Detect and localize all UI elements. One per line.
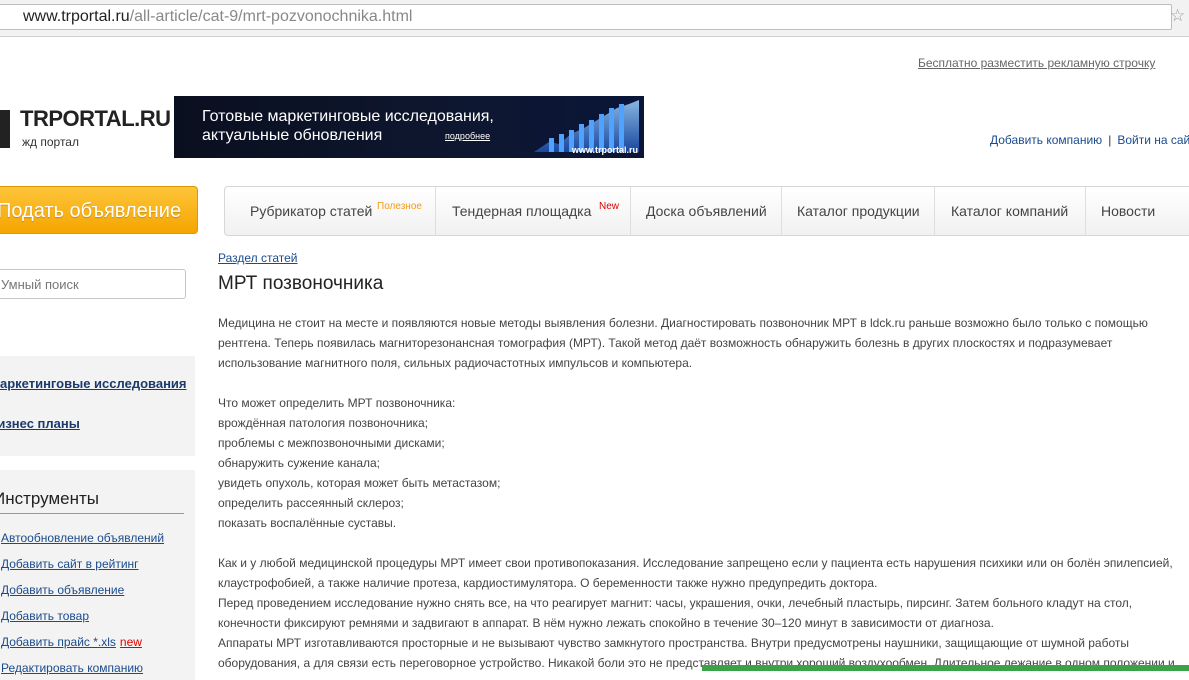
sidebar-links-box: Маркетинговые исследования Бизнес планы: [0, 356, 195, 456]
logo-mark-icon: [0, 110, 10, 148]
article-line: обнаружить сужение канала;: [218, 456, 381, 470]
nav-tag-new: New: [599, 201, 620, 212]
nav-item-label: Доска объявлений: [646, 203, 767, 219]
browser-address-bar: www.trportal.ru/all-article/cat-9/mrt-po…: [0, 0, 1189, 37]
bottom-green-bar: [702, 665, 1189, 671]
tool-link-auto-update[interactable]: Автообновление объявлений: [1, 531, 164, 545]
nav-item-products[interactable]: Каталог продукции: [782, 187, 935, 235]
tools-divider: [0, 513, 184, 514]
article-contraindications: Как и у любой медицинской процедуры МРТ …: [218, 553, 1178, 673]
nav-item-label: Каталог продукции: [797, 203, 920, 219]
banner-more-link[interactable]: подробнее: [445, 131, 490, 141]
tool-link-add-ad[interactable]: Добавить объявление: [1, 583, 124, 597]
tools-title: Инструменты: [0, 489, 100, 508]
nav-item-label: Тендерная площадка: [452, 203, 592, 219]
article-line: определить рассеянный склероз;: [218, 496, 404, 510]
header-links: Добавить компанию | Войти на сайт: [990, 133, 1189, 147]
logo-subtitle: жд портал: [22, 135, 79, 149]
sidebar-link-marketing[interactable]: Маркетинговые исследования: [0, 376, 187, 391]
breadcrumb-articles[interactable]: Раздел статей: [218, 251, 298, 265]
tool-item-add-price: Добавить прайс *.xls new: [1, 635, 142, 649]
logo-title: TRPORTAL.RU: [20, 106, 171, 131]
page-title: МРТ позвоночника: [218, 273, 384, 294]
nav-tag-useful: Полезное: [377, 201, 422, 212]
article-line: проблемы с межпозвоночными дисками;: [218, 436, 445, 450]
nav-item-articles[interactable]: Рубрикатор статей Полезное: [225, 187, 436, 235]
banner-url: www.trportal.ru: [571, 145, 638, 155]
tool-link-add-site[interactable]: Добавить сайт в рейтинг: [1, 557, 139, 571]
free-ad-link[interactable]: Бесплатно разместить рекламную строчку: [918, 56, 1155, 70]
article-line: клаустрофобией, а также наличие протеза,…: [218, 576, 878, 590]
tool-link-edit-company[interactable]: Редактировать компанию: [1, 661, 143, 675]
nav-item-ads-board[interactable]: Доска объявлений: [631, 187, 782, 235]
nav-item-companies[interactable]: Каталог компаний: [935, 187, 1086, 235]
article-line: Что может определить МРТ позвоночника:: [218, 396, 456, 410]
add-company-link[interactable]: Добавить компанию: [990, 133, 1102, 147]
article-line: Медицина не стоит на месте и появляются …: [218, 316, 1148, 330]
smart-search-input[interactable]: Умный поиск: [0, 269, 186, 299]
article-list: Что может определить МРТ позвоночника: в…: [218, 393, 1178, 533]
sidebar-link-business-plans[interactable]: Бизнес планы: [0, 416, 80, 431]
article-intro: Медицина не стоит на месте и появляются …: [218, 313, 1178, 373]
post-ad-button[interactable]: Подать объявление: [0, 186, 198, 234]
login-link[interactable]: Войти на сайт: [1117, 133, 1189, 147]
marketing-banner[interactable]: Готовые маркетинговые исследования, акту…: [174, 96, 644, 158]
nav-item-label: Рубрикатор статей: [250, 203, 373, 219]
nav-item-label: Каталог компаний: [951, 203, 1069, 219]
header-link-separator: |: [1108, 133, 1112, 147]
tool-link-add-product[interactable]: Добавить товар: [1, 609, 89, 623]
nav-item-tenders[interactable]: Тендерная площадка New: [436, 187, 631, 235]
article-line: Перед проведением исследование нужно сня…: [218, 596, 1133, 610]
article-line: врождённая патология позвоночника;: [218, 416, 429, 430]
nav-item-news[interactable]: Новости: [1086, 187, 1189, 235]
tool-new-badge: new: [119, 635, 142, 649]
article-line: рентгена. Теперь появилась магниторезона…: [218, 336, 1113, 350]
banner-chart-icon: [534, 100, 639, 152]
tool-link-add-price[interactable]: Добавить прайс *.xls: [1, 635, 116, 649]
url-host: www.trportal.ru: [23, 8, 130, 25]
url-path: /all-article/cat-9/mrt-pozvonochnika.htm…: [129, 8, 413, 25]
article-line: Как и у любой медицинской процедуры МРТ …: [218, 556, 1173, 570]
url-field[interactable]: www.trportal.ru/all-article/cat-9/mrt-po…: [0, 4, 1172, 30]
article-line: Аппараты МРТ изготавливаются просторные …: [218, 636, 1130, 650]
article-line: использование магнитного поля, сильных р…: [218, 356, 693, 370]
bookmark-star-icon[interactable]: ☆: [1170, 6, 1185, 26]
article-line: конечности фиксируют ремнями и задвигают…: [218, 616, 994, 630]
article-line: увидеть опухоль, которая может быть мета…: [218, 476, 501, 490]
main-nav: Рубрикатор статей Полезное Тендерная пло…: [224, 186, 1189, 236]
nav-item-label: Новости: [1101, 203, 1156, 219]
article-line: показать воспалённые суставы.: [218, 516, 397, 530]
